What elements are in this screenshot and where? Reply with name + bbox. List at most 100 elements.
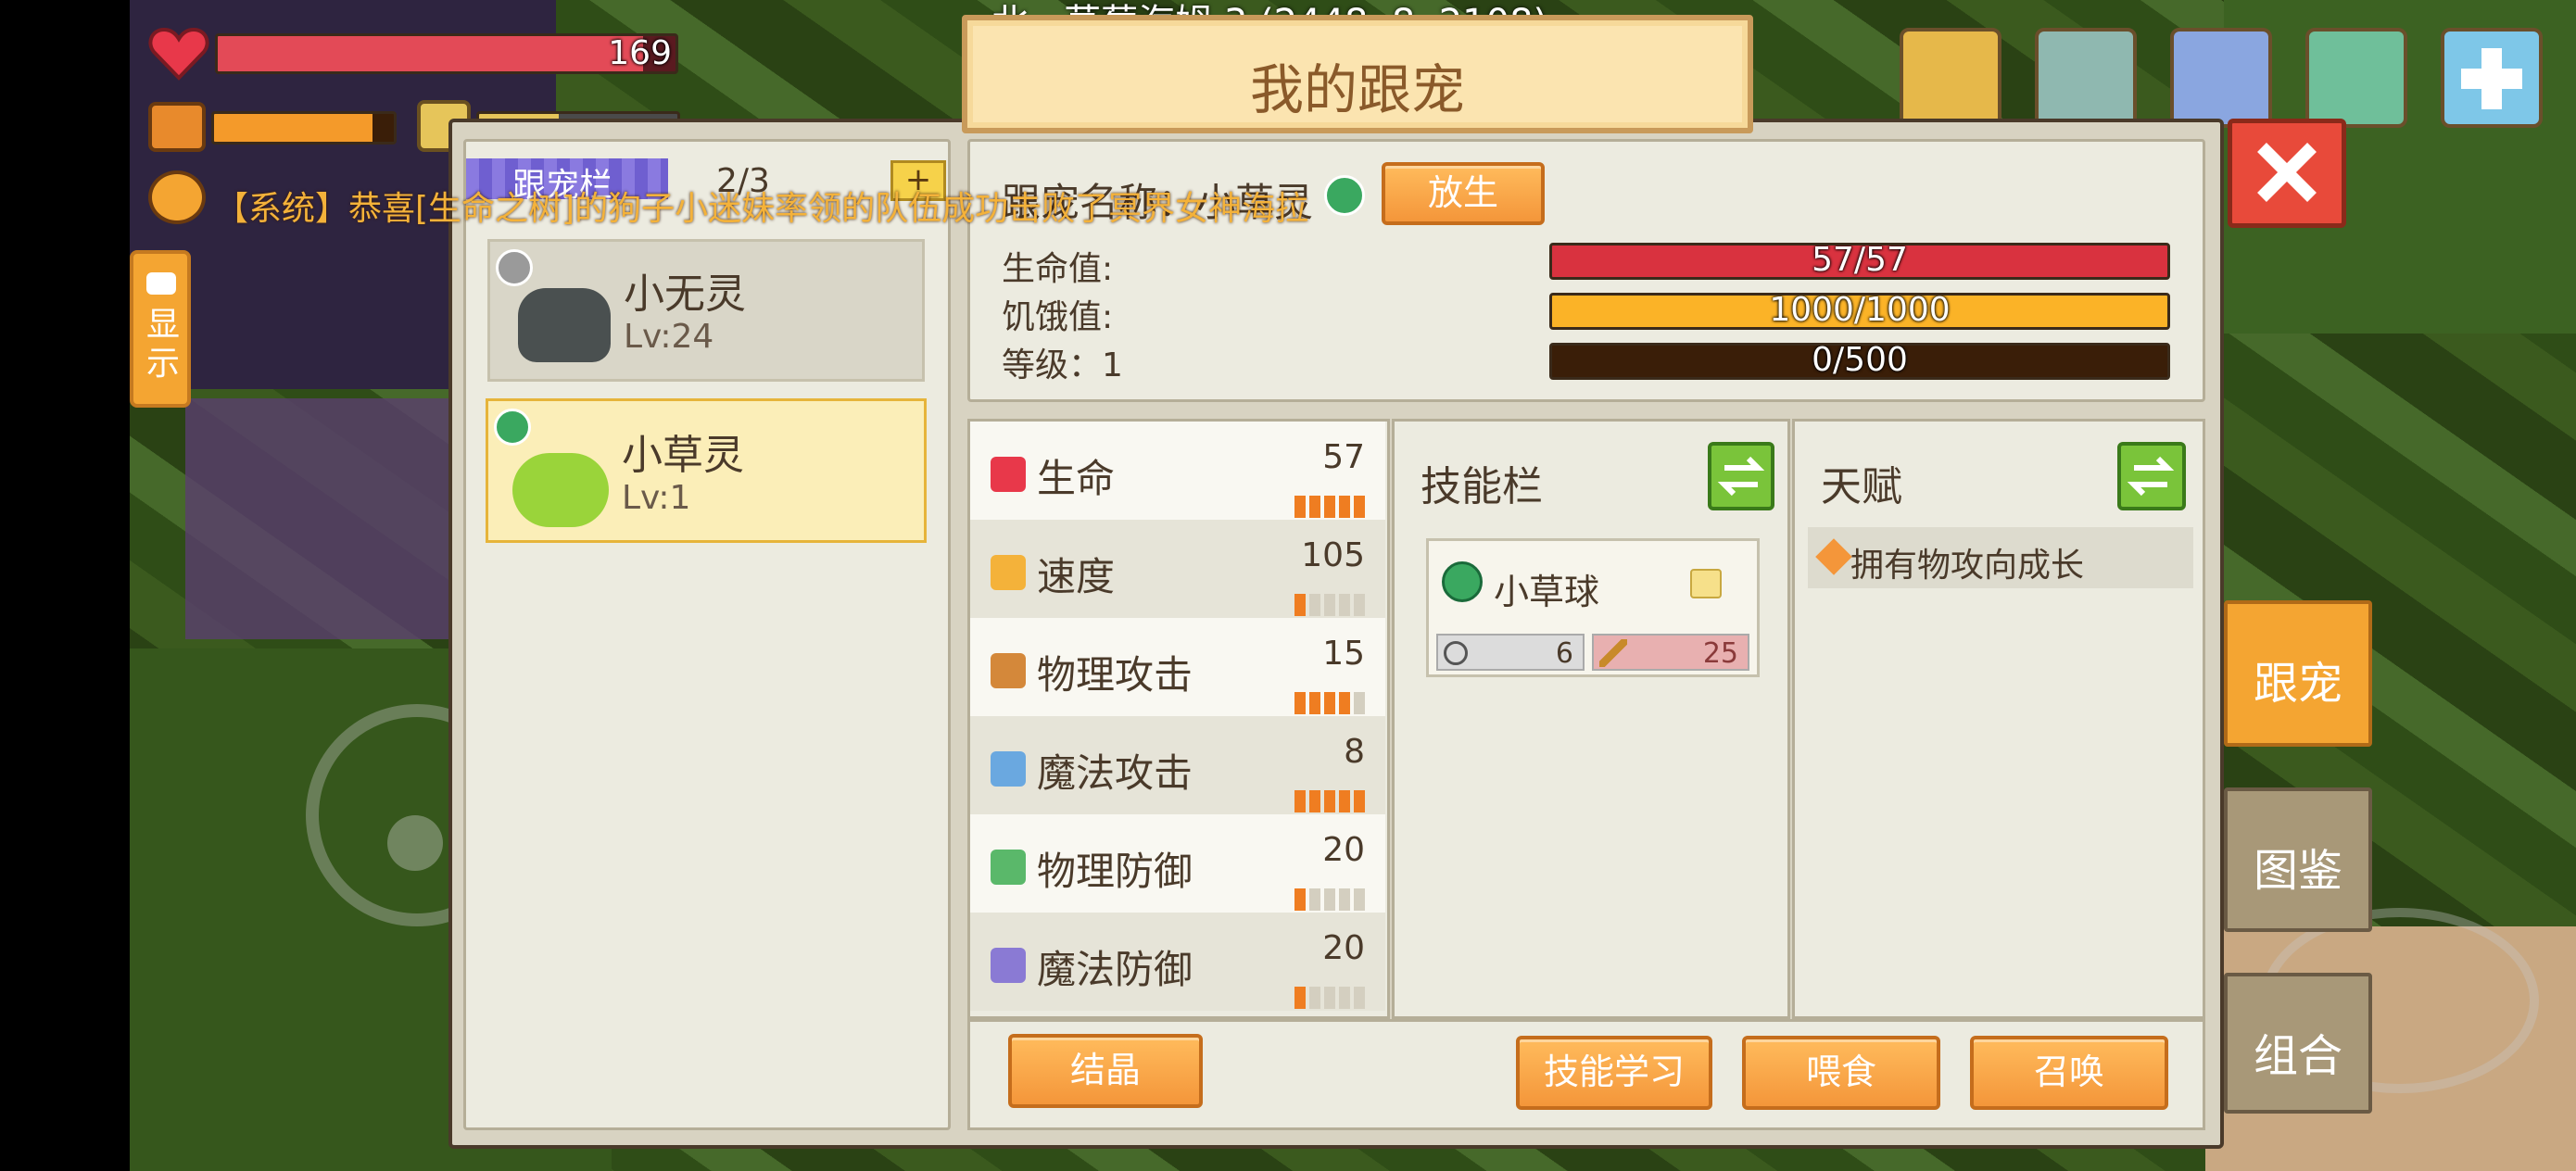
pet-card[interactable]: 小无灵 Lv:24 [487, 239, 925, 382]
cooldown-value: 6 [1555, 637, 1573, 670]
rating-pip [1309, 888, 1320, 911]
rating-pip [1339, 888, 1350, 911]
feed-button[interactable]: 喂食 [1742, 1036, 1940, 1110]
talent-item[interactable]: 拥有物攻向成长 [1808, 527, 2193, 588]
element-badge-icon [496, 249, 533, 286]
skill-name: 小草球 [1494, 572, 1600, 612]
magic-icon [991, 751, 1026, 787]
close-button[interactable] [2228, 119, 2346, 228]
power-value: 25 [1702, 637, 1738, 670]
swap-icon [2127, 456, 2175, 497]
chat-icon[interactable] [2170, 28, 2272, 128]
heart-icon [148, 26, 209, 82]
rating-pip [1324, 692, 1335, 714]
stat-value: 8 [1344, 733, 1365, 771]
rating-pip [1339, 594, 1350, 616]
plus-icon[interactable] [2441, 28, 2543, 128]
rating-pip [1354, 987, 1365, 1009]
learn-skill-label: 技能学习 [1543, 1051, 1685, 1092]
pet-hunger-text: 1000/1000 [1769, 293, 1951, 329]
rating-pip [1309, 496, 1320, 518]
rating-pip [1339, 790, 1350, 812]
tab-combo-label: 组合 [2253, 1030, 2342, 1082]
stat-rating [1294, 888, 1365, 911]
shop-icon[interactable] [2305, 28, 2407, 128]
stats-panel: 生命 57 速度 105 物理攻击 15 魔法攻击 8 物理防御 20 魔法防御 20 [967, 419, 1390, 1019]
stat-name: 魔法防御 [1037, 947, 1193, 992]
gem-icon [991, 948, 1026, 983]
summon-button[interactable]: 召唤 [1970, 1036, 2168, 1110]
player-hunger-bar [211, 111, 397, 145]
speaker-icon[interactable] [148, 170, 206, 224]
hunger-label: 饥饿值: [1002, 298, 1114, 336]
rating-pip [1354, 496, 1365, 518]
swap-talent-button[interactable] [2117, 442, 2186, 510]
heart-icon [991, 457, 1026, 492]
shield-icon [991, 850, 1026, 885]
skill-card[interactable]: 小草球 6 25 [1426, 538, 1760, 677]
rating-pip [1354, 888, 1365, 911]
map-icon[interactable] [2035, 28, 2137, 128]
skills-panel: 技能栏 小草球 6 25 [1392, 419, 1790, 1019]
stat-name: 速度 [1037, 554, 1116, 599]
title-banner: 我的跟宠 [962, 15, 1753, 133]
pet-hp-text: 57/57 [1812, 243, 1908, 279]
close-icon [2257, 143, 2317, 202]
grass-element-icon [1324, 175, 1365, 216]
tab-combo[interactable]: 组合 [2224, 973, 2372, 1114]
rating-pip [1309, 594, 1320, 616]
summon-label: 召唤 [2033, 1051, 2104, 1092]
stat-row: 生命 57 [970, 422, 1385, 520]
rating-pip [1294, 692, 1306, 714]
pet-avatar [512, 453, 609, 527]
tab-pet[interactable]: 跟宠 [2224, 600, 2372, 747]
crystal-button[interactable]: 结晶 [1008, 1034, 1203, 1108]
learn-skill-button[interactable]: 技能学习 [1516, 1036, 1712, 1110]
quest-board-icon[interactable] [1900, 28, 2001, 128]
stat-value: 15 [1322, 635, 1365, 673]
rating-pip [1309, 987, 1320, 1009]
release-button[interactable]: 放生 [1382, 162, 1545, 225]
stat-rating [1294, 790, 1365, 812]
cooldown-box: 6 [1436, 634, 1585, 671]
tab-codex[interactable]: 图鉴 [2224, 787, 2372, 932]
rating-pip [1324, 594, 1335, 616]
clock-icon [1444, 641, 1468, 665]
food-icon [148, 102, 206, 152]
rating-pip [1294, 888, 1306, 911]
star-icon [1815, 538, 1852, 575]
swap-skill-button[interactable] [1708, 442, 1774, 510]
stat-rating [1294, 496, 1365, 518]
fist-icon [991, 653, 1026, 688]
stat-value: 20 [1322, 831, 1365, 869]
pet-level: Lv:24 [624, 318, 714, 356]
info-icon[interactable] [1690, 569, 1722, 598]
stat-value: 105 [1301, 536, 1365, 574]
rating-pip [1294, 496, 1306, 518]
chat-bubble-icon [146, 272, 176, 295]
rating-pip [1339, 692, 1350, 714]
system-message: 【系统】恭喜[生命之树]的狗子小迷妹率领的队伍成功击败了冥界女神海拉 [215, 190, 1309, 228]
pet-card-selected[interactable]: 小草灵 Lv:1 [486, 398, 927, 543]
stat-row: 魔法攻击 8 [970, 716, 1385, 814]
stat-row: 物理防御 20 [970, 814, 1385, 913]
level-label: 等级：1 [1002, 346, 1123, 384]
grass-element-icon [1442, 561, 1483, 602]
player-hp-value: 169 [608, 34, 672, 72]
rating-pip [1309, 692, 1320, 714]
sword-icon [1599, 639, 1627, 667]
talent-title: 天赋 [1821, 463, 1902, 510]
stat-rating [1294, 987, 1365, 1009]
pet-hp-bar: 57/57 [1549, 243, 2170, 280]
joystick-knob[interactable] [387, 815, 443, 871]
rating-pip [1354, 692, 1365, 714]
hp-label: 生命值: [1002, 250, 1114, 288]
tab-codex-label: 图鉴 [2253, 845, 2342, 897]
stat-rating [1294, 692, 1365, 714]
rating-pip [1324, 987, 1335, 1009]
tab-pet-label: 跟宠 [2253, 658, 2342, 710]
show-chat-button[interactable]: 显示 [130, 250, 191, 408]
pet-name: 小草灵 [622, 432, 744, 479]
grass-element-icon [494, 409, 531, 446]
talent-panel: 天赋 拥有物攻向成长 [1792, 419, 2205, 1019]
